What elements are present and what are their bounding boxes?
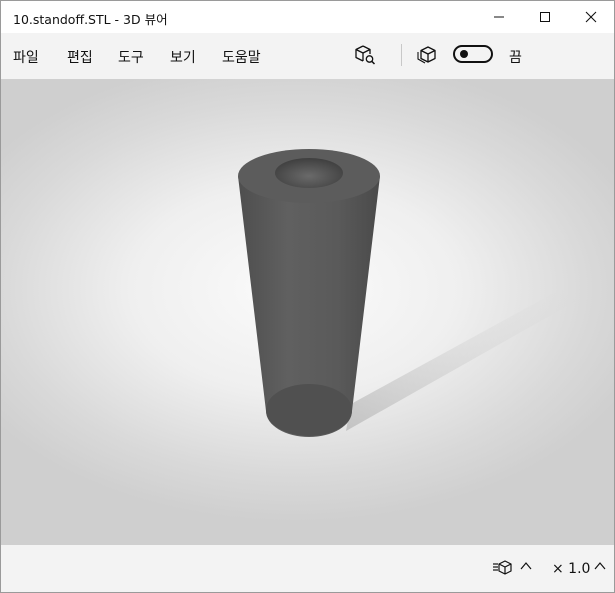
cube-search-icon[interactable] [353, 43, 377, 67]
zoom-level: × 1.0 [552, 561, 591, 577]
toggle-label: 끔 [509, 50, 522, 66]
3d-viewport[interactable] [1, 79, 614, 545]
model-shadow [346, 289, 576, 431]
toggle-switch[interactable] [453, 45, 493, 63]
window-title: 10.standoff.STL - 3D 뷰어 [13, 12, 168, 27]
close-button[interactable] [568, 1, 614, 33]
close-icon [585, 11, 597, 23]
menu-edit[interactable]: 편집 [67, 47, 93, 67]
model-render [238, 149, 576, 437]
standoff-bottom [266, 384, 352, 436]
status-bar: × 1.0 [1, 545, 614, 592]
maximize-icon [540, 12, 550, 22]
title-bar[interactable]: 10.standoff.STL - 3D 뷰어 [1, 1, 614, 33]
menu-view[interactable]: 보기 [170, 47, 196, 67]
minimize-button[interactable] [476, 1, 522, 33]
toggle-knob [460, 50, 468, 58]
standoff-hole [275, 158, 343, 188]
cube-list-icon[interactable] [492, 559, 514, 577]
menu-help[interactable]: 도움말 [222, 47, 261, 67]
zoom-chevron-up-icon[interactable] [593, 559, 607, 573]
app-window: 10.standoff.STL - 3D 뷰어 파일 편집 도구 보기 도움말 [0, 0, 615, 593]
menu-bar: 파일 편집 도구 보기 도움말 끔 [1, 33, 614, 79]
menu-file[interactable]: 파일 [13, 47, 39, 67]
chevron-up-icon[interactable] [519, 559, 533, 573]
toolbar-separator [401, 44, 402, 66]
wireframe-cube-icon[interactable] [416, 43, 440, 67]
menu-tools[interactable]: 도구 [118, 47, 144, 67]
minimize-icon [494, 16, 504, 18]
maximize-button[interactable] [522, 1, 568, 33]
